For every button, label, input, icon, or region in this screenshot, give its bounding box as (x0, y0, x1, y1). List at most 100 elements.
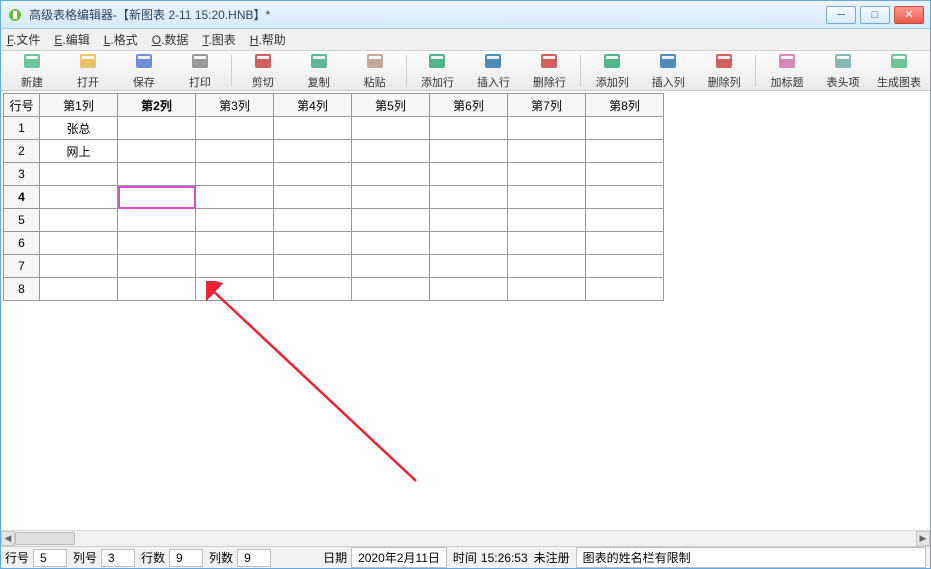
tool-open-button[interactable]: 打开 (61, 52, 115, 90)
cell-r5-c7[interactable] (508, 209, 586, 232)
menu-item-0[interactable]: F.文件 (7, 31, 40, 48)
cell-r4-c3[interactable] (196, 186, 274, 209)
cell-r3-c6[interactable] (430, 163, 508, 186)
cell-r6-c3[interactable] (196, 232, 274, 255)
row-header-5[interactable]: 5 (4, 209, 40, 232)
cell-r2-c3[interactable] (196, 140, 274, 163)
col-header-7[interactable]: 第7列 (508, 94, 586, 117)
cell-r3-c1[interactable] (40, 163, 118, 186)
tool-copy-button[interactable]: 复制 (292, 52, 346, 90)
tool-add_col-button[interactable]: 添加列 (585, 52, 639, 90)
cell-r8-c1[interactable] (40, 278, 118, 301)
scroll-right-icon[interactable]: ▶ (916, 531, 930, 546)
cell-r7-c4[interactable] (274, 255, 352, 278)
cell-r3-c5[interactable] (352, 163, 430, 186)
cell-r4-c1[interactable] (40, 186, 118, 209)
cell-r8-c3[interactable] (196, 278, 274, 301)
cell-r7-c8[interactable] (586, 255, 664, 278)
scroll-thumb[interactable] (15, 532, 75, 545)
cell-r1-c7[interactable] (508, 117, 586, 140)
cell-r2-c6[interactable] (430, 140, 508, 163)
cell-r4-c6[interactable] (430, 186, 508, 209)
cell-r8-c6[interactable] (430, 278, 508, 301)
close-button[interactable]: ✕ (894, 6, 924, 24)
tool-delete_col-button[interactable]: 删除列 (697, 52, 751, 90)
cell-r1-c3[interactable] (196, 117, 274, 140)
cell-r8-c4[interactable] (274, 278, 352, 301)
row-header-2[interactable]: 2 (4, 140, 40, 163)
col-header-6[interactable]: 第6列 (430, 94, 508, 117)
col-header-8[interactable]: 第8列 (586, 94, 664, 117)
cell-r3-c4[interactable] (274, 163, 352, 186)
tool-new-button[interactable]: 新建 (5, 52, 59, 90)
horizontal-scrollbar[interactable]: ◀ ▶ (1, 530, 930, 546)
cell-r7-c5[interactable] (352, 255, 430, 278)
col-header-4[interactable]: 第4列 (274, 94, 352, 117)
cell-r6-c8[interactable] (586, 232, 664, 255)
cell-r3-c7[interactable] (508, 163, 586, 186)
menu-item-4[interactable]: T.图表 (202, 31, 235, 48)
cell-r6-c7[interactable] (508, 232, 586, 255)
row-header-4[interactable]: 4 (4, 186, 40, 209)
cell-r6-c1[interactable] (40, 232, 118, 255)
cell-r8-c7[interactable] (508, 278, 586, 301)
cell-r2-c2[interactable] (118, 140, 196, 163)
maximize-button[interactable]: □ (860, 6, 890, 24)
cell-r2-c1[interactable]: 网上 (40, 140, 118, 163)
cell-r1-c6[interactable] (430, 117, 508, 140)
row-header-7[interactable]: 7 (4, 255, 40, 278)
row-header-8[interactable]: 8 (4, 278, 40, 301)
menu-item-2[interactable]: L.格式 (104, 31, 138, 48)
cell-r3-c8[interactable] (586, 163, 664, 186)
row-header-corner[interactable]: 行号 (4, 94, 40, 117)
cell-r6-c6[interactable] (430, 232, 508, 255)
cell-r4-c8[interactable] (586, 186, 664, 209)
cell-r5-c6[interactable] (430, 209, 508, 232)
cell-r4-c4[interactable] (274, 186, 352, 209)
col-header-1[interactable]: 第1列 (40, 94, 118, 117)
scroll-left-icon[interactable]: ◀ (1, 531, 15, 546)
cell-r1-c5[interactable] (352, 117, 430, 140)
cell-r8-c8[interactable] (586, 278, 664, 301)
tool-insert_col-button[interactable]: 插入列 (641, 52, 695, 90)
cell-r6-c5[interactable] (352, 232, 430, 255)
cell-r5-c1[interactable] (40, 209, 118, 232)
cell-r1-c1[interactable]: 张总 (40, 117, 118, 140)
cell-r7-c6[interactable] (430, 255, 508, 278)
tool-save-button[interactable]: 保存 (117, 52, 171, 90)
tool-header-button[interactable]: 表头项 (816, 52, 870, 90)
row-header-6[interactable]: 6 (4, 232, 40, 255)
tool-gen_chart-button[interactable]: 生成图表 (872, 52, 926, 90)
cell-r8-c2[interactable] (118, 278, 196, 301)
cell-r6-c4[interactable] (274, 232, 352, 255)
row-header-1[interactable]: 1 (4, 117, 40, 140)
tool-cut-button[interactable]: 剪切 (236, 52, 290, 90)
col-header-3[interactable]: 第3列 (196, 94, 274, 117)
tool-add_row-button[interactable]: 添加行 (411, 52, 465, 90)
minimize-button[interactable]: ─ (826, 6, 856, 24)
cell-r8-c5[interactable] (352, 278, 430, 301)
cell-r7-c2[interactable] (118, 255, 196, 278)
cell-r7-c1[interactable] (40, 255, 118, 278)
cell-r4-c5[interactable] (352, 186, 430, 209)
cell-r2-c7[interactable] (508, 140, 586, 163)
cell-r5-c3[interactable] (196, 209, 274, 232)
cell-r5-c4[interactable] (274, 209, 352, 232)
cell-r5-c2[interactable] (118, 209, 196, 232)
cell-r7-c3[interactable] (196, 255, 274, 278)
cell-r2-c8[interactable] (586, 140, 664, 163)
row-header-3[interactable]: 3 (4, 163, 40, 186)
cell-r4-c7[interactable] (508, 186, 586, 209)
col-header-2[interactable]: 第2列 (118, 94, 196, 117)
cell-r5-c8[interactable] (586, 209, 664, 232)
cell-r1-c8[interactable] (586, 117, 664, 140)
tool-paste-button[interactable]: 粘贴 (348, 52, 402, 90)
menu-item-1[interactable]: E.编辑 (54, 31, 89, 48)
tool-insert_row-button[interactable]: 插入行 (466, 52, 520, 90)
cell-r5-c5[interactable] (352, 209, 430, 232)
cell-r2-c4[interactable] (274, 140, 352, 163)
tool-delete_row-button[interactable]: 删除行 (522, 52, 576, 90)
menu-item-3[interactable]: O.数据 (152, 31, 189, 48)
cell-r6-c2[interactable] (118, 232, 196, 255)
cell-r7-c7[interactable] (508, 255, 586, 278)
